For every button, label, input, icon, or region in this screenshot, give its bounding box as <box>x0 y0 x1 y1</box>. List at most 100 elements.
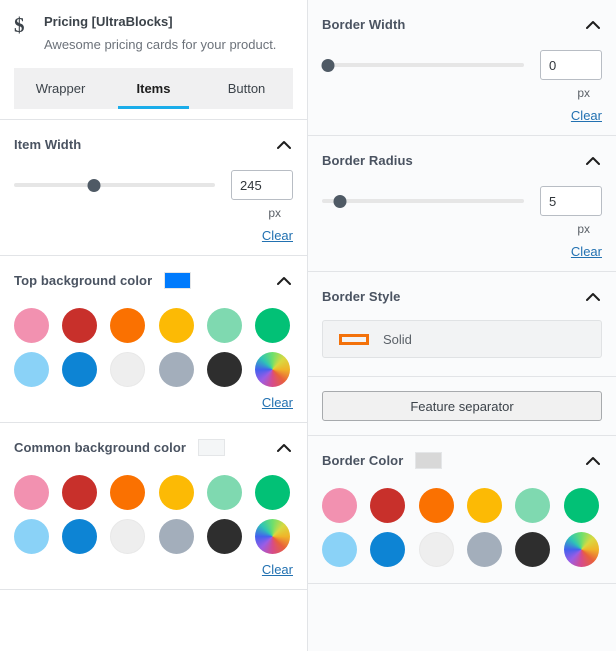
border-width-control-row <box>321 46 602 80</box>
common-background-color-indicator[interactable] <box>198 438 226 456</box>
color-swatch-custom-picker[interactable] <box>563 532 599 567</box>
chevron-up-icon[interactable] <box>275 438 293 456</box>
border-radius-clear-row: Clear <box>322 236 602 271</box>
color-swatch-green[interactable] <box>563 488 599 523</box>
color-swatch-green[interactable] <box>254 308 290 343</box>
panel-border-radius-header[interactable]: Border Radius <box>322 136 602 182</box>
color-swatch-mint[interactable] <box>206 475 242 510</box>
tab-button[interactable]: Button <box>200 68 293 108</box>
panel-border-color-header[interactable]: Border Color <box>322 436 602 482</box>
panel-border-style-header[interactable]: Border Style <box>322 272 602 318</box>
panel-border-width-title: Border Width <box>322 16 406 32</box>
border-width-slider[interactable] <box>321 55 524 75</box>
chevron-up-icon[interactable] <box>584 287 602 305</box>
right-column-filler <box>308 584 616 651</box>
panel-border-radius-title: Border Radius <box>322 152 413 168</box>
border-style-option-label: Solid <box>383 331 412 347</box>
slider-thumb[interactable] <box>333 195 347 208</box>
panel-item-width-header[interactable]: Item Width <box>14 120 293 166</box>
settings-sidebar: $ Pricing [UltraBlocks] Awesome pricing … <box>0 0 616 651</box>
color-swatch-blue[interactable] <box>370 532 406 567</box>
border-width-input[interactable] <box>540 50 602 80</box>
color-swatch-amber[interactable] <box>158 475 194 510</box>
color-swatch-red[interactable] <box>62 475 98 510</box>
slider-thumb[interactable] <box>321 59 335 72</box>
common-background-color-clear-link[interactable]: Clear <box>262 562 293 577</box>
panel-common-background-color-header[interactable]: Common background color <box>14 423 293 469</box>
panel-border-color-title: Border Color <box>322 452 404 468</box>
color-swatch-custom-picker[interactable] <box>254 519 290 554</box>
feature-separator-button[interactable]: Feature separator <box>322 391 602 421</box>
color-swatch-gray[interactable] <box>466 532 502 567</box>
color-swatch-black[interactable] <box>206 352 242 387</box>
block-header-text: Pricing [UltraBlocks] Awesome pricing ca… <box>40 14 293 54</box>
border-style-option-solid[interactable]: Solid <box>322 320 602 358</box>
color-swatch-black[interactable] <box>515 532 551 567</box>
color-swatch-pink[interactable] <box>14 308 49 343</box>
chevron-up-icon[interactable] <box>584 15 602 33</box>
color-swatch-amber[interactable] <box>158 308 194 343</box>
border-radius-clear-link[interactable]: Clear <box>571 244 602 259</box>
border-color-bottom-space <box>322 567 602 583</box>
color-swatch-red[interactable] <box>62 308 98 343</box>
color-swatch-pink[interactable] <box>322 488 357 523</box>
color-swatch-white[interactable] <box>418 532 454 567</box>
color-swatch-light-blue[interactable] <box>14 519 49 554</box>
border-radius-control-row <box>322 182 602 216</box>
left-column-filler <box>0 590 307 651</box>
panel-border-style: Border Style Solid <box>308 272 616 377</box>
item-width-clear-link[interactable]: Clear <box>262 228 293 243</box>
color-swatch-mint[interactable] <box>515 488 551 523</box>
color-swatch-mint[interactable] <box>206 308 242 343</box>
border-color-indicator[interactable] <box>415 451 443 469</box>
color-swatch-orange[interactable] <box>110 475 146 510</box>
slider-track <box>14 183 215 187</box>
panel-item-width-title: Item Width <box>14 136 82 152</box>
border-width-clear-link[interactable]: Clear <box>571 108 602 123</box>
color-swatch-amber[interactable] <box>466 488 502 523</box>
item-width-slider[interactable] <box>14 175 215 195</box>
color-swatch-white[interactable] <box>110 519 146 554</box>
panel-border-style-title: Border Style <box>322 288 401 304</box>
color-swatch-pink[interactable] <box>14 475 49 510</box>
block-description: Awesome pricing cards for your product. <box>44 37 277 52</box>
top-background-color-palette <box>14 302 293 387</box>
color-swatch-custom-picker[interactable] <box>254 352 290 387</box>
color-swatch-orange[interactable] <box>110 308 146 343</box>
color-swatch-blue[interactable] <box>62 519 98 554</box>
item-width-unit: px <box>268 206 281 220</box>
solid-line-icon <box>339 333 369 345</box>
color-swatch-light-blue[interactable] <box>322 532 357 567</box>
chevron-up-icon[interactable] <box>275 271 293 289</box>
top-background-color-indicator[interactable] <box>164 271 192 289</box>
color-swatch-orange[interactable] <box>418 488 454 523</box>
panel-border-radius: Border Radius px Clear <box>308 136 616 272</box>
panel-top-background-color: Top background color Clear <box>0 256 307 423</box>
color-swatch-gray[interactable] <box>158 519 194 554</box>
tab-wrapper[interactable]: Wrapper <box>14 68 107 108</box>
panel-border-width: Border Width px Clear <box>308 0 616 136</box>
panel-item-width: Item Width px Clear <box>0 120 307 256</box>
slider-thumb[interactable] <box>87 179 101 192</box>
color-swatch-gray[interactable] <box>158 352 194 387</box>
top-background-color-clear-link[interactable]: Clear <box>262 395 293 410</box>
color-swatch-green[interactable] <box>254 475 290 510</box>
border-radius-slider[interactable] <box>322 191 524 211</box>
page-title: Pricing [UltraBlocks] <box>44 14 173 29</box>
common-background-color-clear-row: Clear <box>14 554 293 589</box>
tab-items[interactable]: Items <box>107 68 200 109</box>
chevron-up-icon[interactable] <box>275 135 293 153</box>
color-swatch-white[interactable] <box>110 352 146 387</box>
chevron-up-icon[interactable] <box>584 451 602 469</box>
color-swatch-black[interactable] <box>206 519 242 554</box>
item-width-input[interactable] <box>231 170 293 200</box>
color-swatch-blue[interactable] <box>62 352 98 387</box>
panel-border-width-header[interactable]: Border Width <box>322 0 602 46</box>
color-swatch-light-blue[interactable] <box>14 352 49 387</box>
color-swatch-red[interactable] <box>370 488 406 523</box>
left-column: $ Pricing [UltraBlocks] Awesome pricing … <box>0 0 308 651</box>
border-radius-input[interactable] <box>540 186 602 216</box>
border-width-unit: px <box>577 86 590 100</box>
panel-top-background-color-header[interactable]: Top background color <box>14 256 293 302</box>
chevron-up-icon[interactable] <box>584 151 602 169</box>
